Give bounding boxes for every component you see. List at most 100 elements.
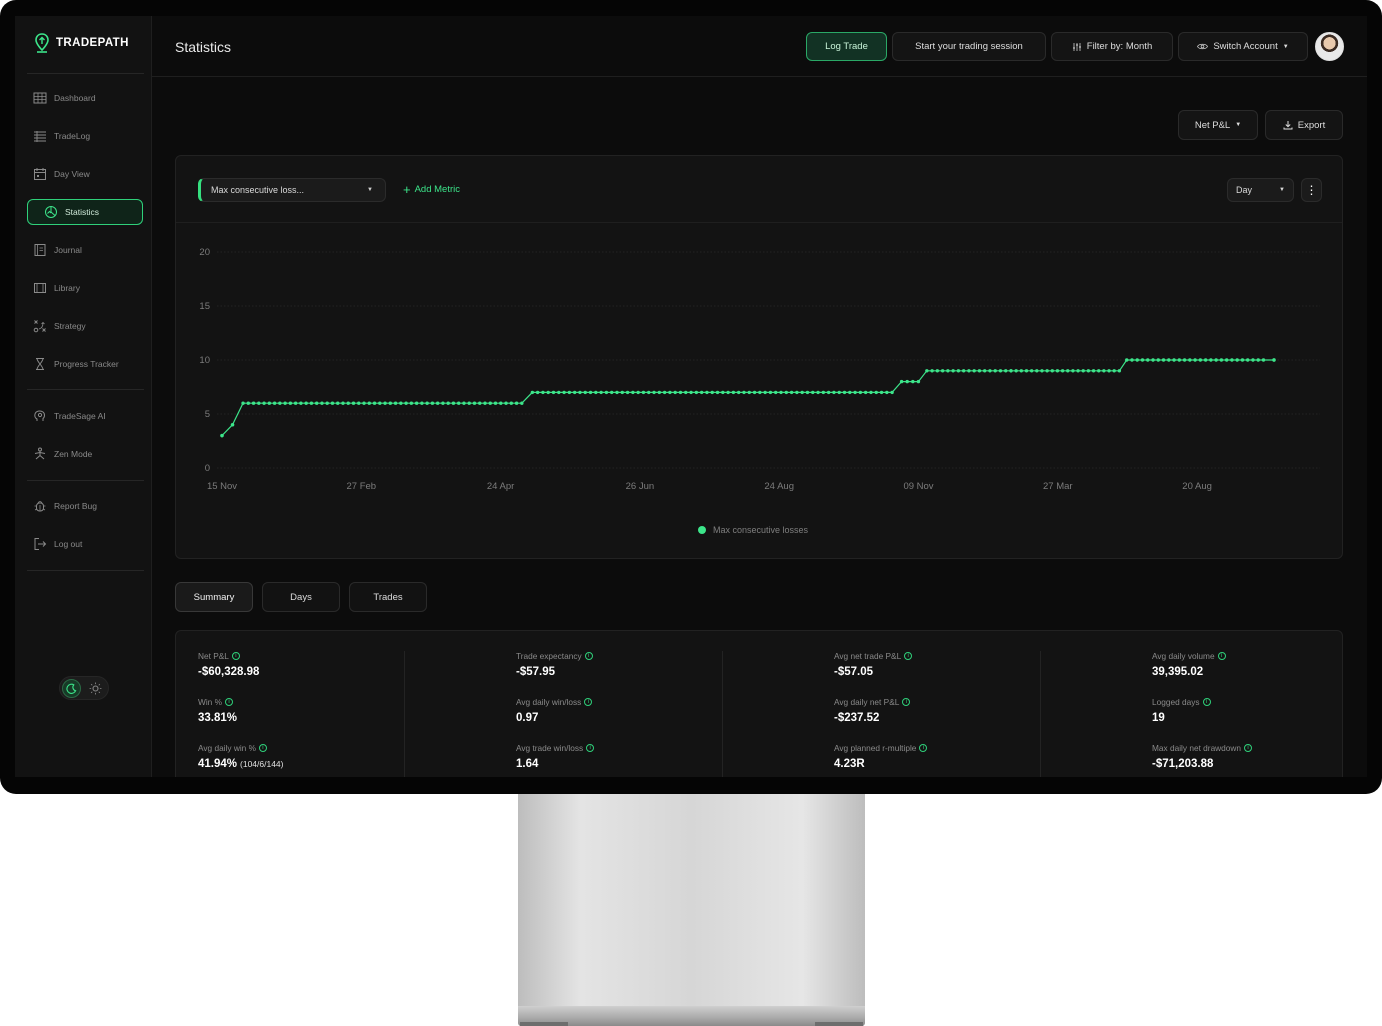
sidebar-item-tradesage-ai[interactable]: TradeSage AI — [27, 403, 143, 429]
statistics-icon — [45, 206, 57, 218]
data-point — [362, 401, 366, 405]
data-point — [357, 401, 361, 405]
data-point — [478, 401, 482, 405]
y-tick-label: 0 — [205, 463, 210, 474]
stat-label-text: Trade expectancy — [516, 651, 582, 661]
avatar[interactable] — [1315, 32, 1344, 61]
sidebar-item-progress-tracker[interactable]: Progress Tracker — [27, 351, 143, 377]
x-tick-label: 09 Nov — [903, 481, 933, 492]
sidebar-item-report-bug[interactable]: Report Bug — [27, 493, 143, 519]
filter-button[interactable]: Filter by: Month — [1051, 32, 1173, 61]
data-point — [747, 390, 751, 395]
data-point — [795, 390, 799, 395]
info-icon[interactable]: i — [1202, 698, 1211, 706]
data-point — [488, 401, 492, 405]
info-icon[interactable]: i — [584, 652, 593, 660]
switch-account-button[interactable]: Switch Account ▼ — [1178, 32, 1308, 61]
data-point — [988, 369, 992, 373]
data-point — [848, 390, 852, 395]
metric-select[interactable]: Max consecutive loss... ▼ — [198, 178, 386, 202]
sidebar-item-zen-mode[interactable]: Zen Mode — [27, 441, 143, 467]
data-point — [657, 390, 662, 395]
info-icon[interactable]: i — [904, 652, 913, 660]
data-point — [652, 390, 656, 395]
data-point — [768, 390, 773, 395]
data-point — [378, 401, 382, 405]
data-point — [940, 369, 945, 373]
summary-column: Avg net trade P&L i -$57.05 Avg daily net P… — [812, 631, 1102, 777]
data-point — [257, 401, 261, 405]
data-point — [1045, 369, 1049, 373]
data-point — [572, 390, 577, 395]
data-point — [583, 390, 587, 395]
data-point — [520, 401, 524, 405]
stat-item: Logged days i 19 — [1152, 697, 1211, 724]
stat-label: Win % i — [198, 697, 237, 707]
sidebar-item-dashboard[interactable]: Dashboard — [27, 85, 143, 111]
info-icon[interactable]: i — [231, 652, 240, 660]
sidebar-item-library[interactable]: Library — [27, 275, 143, 301]
data-point — [399, 401, 403, 405]
data-point — [1055, 369, 1060, 373]
data-point — [283, 401, 287, 405]
info-icon[interactable]: i — [1217, 652, 1226, 660]
stat-item: Avg daily volume i 39,395.02 — [1152, 651, 1226, 678]
data-point — [1071, 369, 1075, 373]
dark-mode-option[interactable] — [62, 679, 81, 698]
sidebar-item-tradelog[interactable]: TradeLog — [27, 123, 143, 149]
data-point — [1135, 358, 1139, 362]
monitor-foot — [815, 1022, 863, 1026]
info-icon[interactable]: i — [258, 744, 267, 752]
info-icon[interactable]: i — [1244, 744, 1253, 752]
data-point — [879, 390, 884, 395]
sidebar-item-journal[interactable]: Journal — [27, 237, 143, 263]
data-point — [1224, 358, 1229, 362]
tab-days[interactable]: Days — [262, 582, 340, 612]
data-point — [779, 390, 783, 395]
sun-icon[interactable] — [89, 682, 102, 695]
data-point — [414, 401, 419, 405]
sidebar-item-day-view[interactable]: Day View — [27, 161, 143, 187]
add-metric-button[interactable]: + Add Metric — [403, 183, 460, 196]
line-chart: 0 5 10 15 20 15 Nov 27 Feb 24 Apr 26 Jun 24 Aug 09… — [199, 247, 1320, 492]
data-point — [278, 401, 282, 405]
more-options-button[interactable]: ⋮ — [1301, 178, 1322, 202]
data-point — [1117, 369, 1122, 373]
data-point — [372, 401, 377, 405]
start-session-button[interactable]: Start your trading session — [892, 32, 1046, 61]
log-trade-button[interactable]: Log Trade — [806, 32, 887, 61]
info-icon[interactable]: i — [584, 698, 593, 706]
summary-column: Avg daily volume i 39,395.02 Logged days i 19… — [1130, 631, 1367, 777]
calendar-icon — [34, 168, 46, 180]
info-icon[interactable]: i — [224, 698, 233, 706]
sidebar-item-log-out[interactable]: Log out — [27, 531, 143, 557]
stat-value: 0.97 — [516, 712, 592, 724]
info-icon[interactable]: i — [902, 698, 911, 706]
x-tick-label: 24 Apr — [487, 481, 514, 492]
stat-item: Avg planned r-multiple i 4.23R — [834, 743, 928, 770]
chart-header: Max consecutive loss... ▼ + Add Metric D… — [176, 156, 1342, 223]
data-point — [1177, 358, 1182, 362]
data-point — [789, 390, 794, 395]
tab-summary[interactable]: Summary — [175, 582, 253, 612]
export-button[interactable]: Export — [1265, 110, 1343, 140]
data-point — [832, 390, 836, 395]
legend-dot — [698, 526, 706, 534]
sidebar-item-statistics[interactable]: Statistics — [27, 199, 143, 225]
data-point — [615, 390, 619, 395]
data-point — [983, 369, 987, 373]
tab-trades[interactable]: Trades — [349, 582, 427, 612]
journal-icon — [34, 244, 46, 256]
theme-toggle[interactable] — [59, 676, 109, 700]
sidebar-item-label: Progress Tracker — [54, 359, 119, 369]
data-point — [567, 390, 572, 395]
stat-value-text: 1.64 — [516, 758, 539, 770]
net-pnl-dropdown[interactable]: Net P&L ▼ — [1178, 110, 1258, 140]
stat-value: 1.64 — [516, 758, 594, 770]
period-select[interactable]: Day ▼ — [1227, 178, 1294, 202]
sidebar-item-strategy[interactable]: Strategy — [27, 313, 143, 339]
brand-logo[interactable]: TRADEPATH — [34, 32, 129, 54]
info-icon[interactable]: i — [919, 744, 928, 752]
stat-item: Avg daily win % i 41.94% (104/6/144) — [198, 743, 284, 770]
info-icon[interactable]: i — [586, 744, 595, 752]
